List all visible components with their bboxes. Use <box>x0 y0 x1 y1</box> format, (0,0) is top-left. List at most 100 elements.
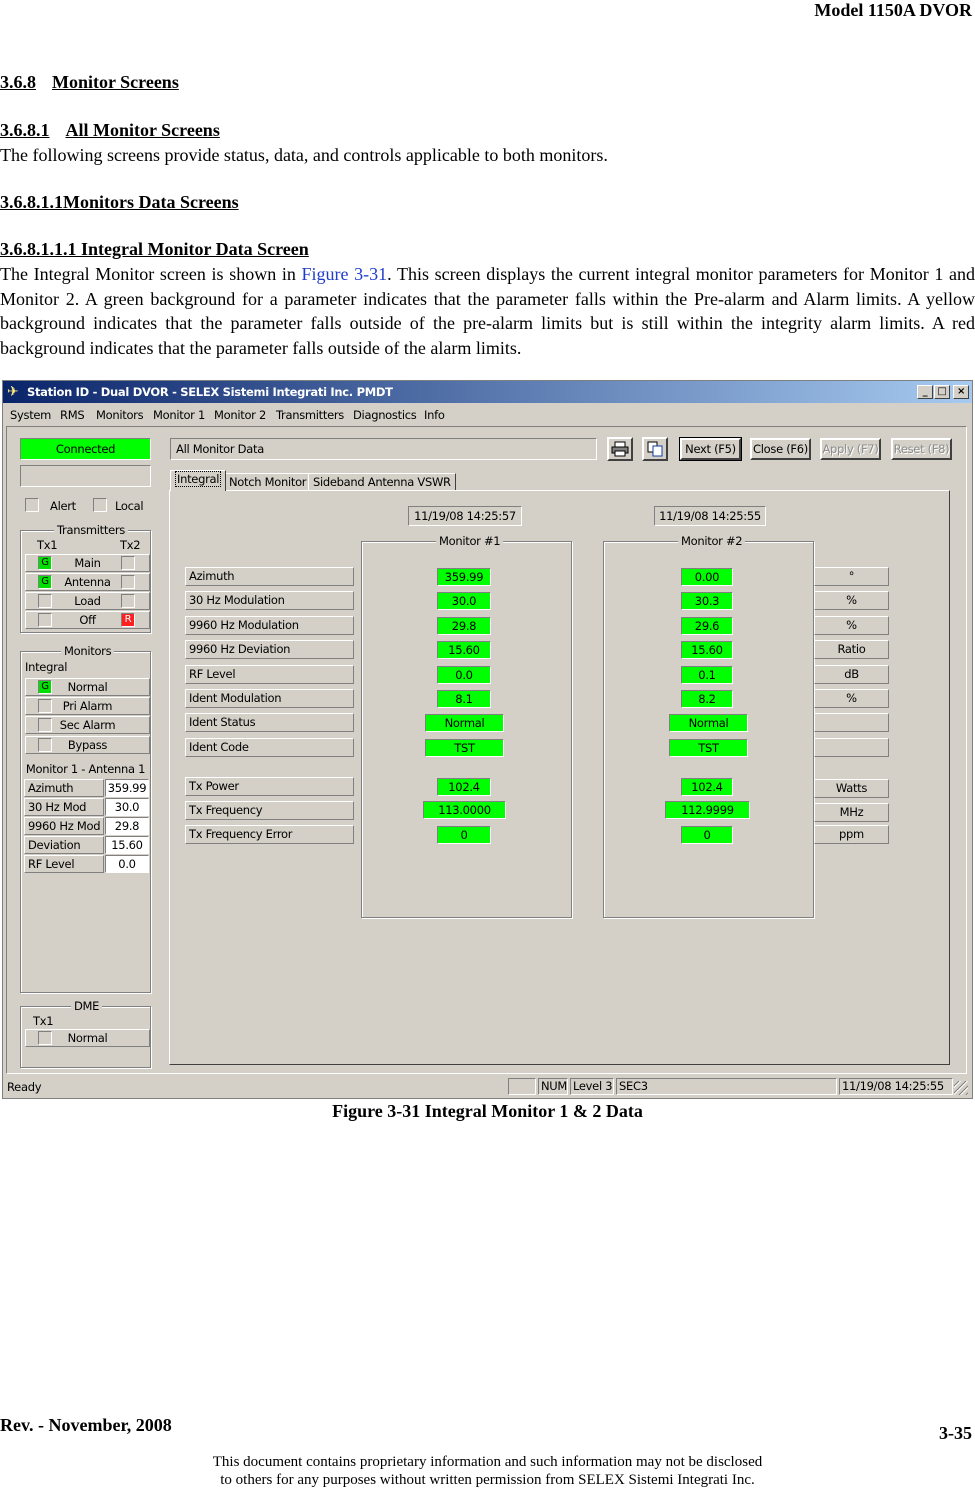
section-heading-3-6-8: 3.6.8 Monitor Screens <box>0 72 179 92</box>
close-button[interactable]: Close (F6) <box>750 438 811 460</box>
document-header: Model 1150A DVOR <box>814 0 972 20</box>
status-time: 11/19/08 14:25:55 <box>839 1078 953 1095</box>
pmdt-window: ✈ Station ID - Dual DVOR - SELEX Sistemi… <box>2 380 973 1099</box>
m1-value-tx-power: 102.4 <box>437 778 491 796</box>
menu-monitors[interactable]: Monitors <box>96 408 144 422</box>
tx1-off-indicator <box>38 613 52 627</box>
monitor-bypass-indicator <box>38 738 52 752</box>
next-button[interactable]: Next (F5) <box>679 437 742 461</box>
printer-icon[interactable] <box>607 437 633 461</box>
status-num: NUM <box>538 1078 568 1095</box>
m2-value-ident-mod: 8.2 <box>681 690 733 708</box>
dme-tx1-label: Tx1 <box>33 1014 54 1028</box>
mod9960-value: 29.8 <box>105 817 149 835</box>
m1-value-tx-frequency: 113.0000 <box>423 801 506 819</box>
dme-title: DME <box>71 999 103 1013</box>
azimuth-angle-value: 359.99 <box>105 779 149 797</box>
integral-tab-page: 11/19/08 14:25:57 11/19/08 14:25:55 Moni… <box>169 490 950 1065</box>
status-blank <box>508 1078 536 1095</box>
monitor1-title: Monitor #1 <box>436 534 504 548</box>
param-label-azimuth: Azimuth <box>185 567 354 586</box>
param-label-rf-level: RF Level <box>185 665 354 684</box>
m1-value-30hz-mod: 30.0 <box>437 592 491 610</box>
copy-icon[interactable] <box>642 437 668 461</box>
tab-sideband-antenna-vswr[interactable]: Sideband Antenna VSWR <box>308 473 456 491</box>
rf-level-label: RF Level <box>24 855 104 873</box>
tab-notch-monitor[interactable]: Notch Monitor <box>224 473 312 491</box>
menu-bar: System RMS Monitors Monitor 1 Monitor 2 … <box>3 404 972 424</box>
resize-grip-icon[interactable] <box>954 1081 968 1095</box>
mod9960-label: 9960 Hz Mod <box>24 817 104 835</box>
section-heading-3-6-8-1-1-1: 3.6.8.1.1.1 Integral Monitor Data Screen <box>0 239 309 259</box>
m2-value-30hz-mod: 30.3 <box>681 592 733 610</box>
unit-ident-code <box>814 738 889 757</box>
m1-value-rf-level: 0.0 <box>437 666 491 684</box>
page-number: 3-35 <box>939 1423 972 1443</box>
title-bar: ✈ Station ID - Dual DVOR - SELEX Sistemi… <box>3 381 972 403</box>
param-label-ident-mod: Ident Modulation <box>185 689 354 708</box>
menu-diagnostics[interactable]: Diagnostics <box>353 408 417 422</box>
revision-date: Rev. - November, 2008 <box>0 1415 172 1435</box>
m1-value-ident-code: TST <box>425 739 504 757</box>
monitor2-timestamp: 11/19/08 14:25:55 <box>654 506 766 526</box>
tab-integral[interactable]: Integral <box>170 470 227 491</box>
menu-transmitters[interactable]: Transmitters <box>276 408 344 422</box>
azimuth-angle-label: Azimuth Angle <box>24 779 104 811</box>
maximize-icon[interactable]: □ <box>934 385 950 399</box>
unit-tx-power: Watts <box>814 779 889 798</box>
menu-monitor2[interactable]: Monitor 2 <box>214 408 266 422</box>
m1-value-ident-mod: 8.1 <box>437 690 491 708</box>
m2-value-azimuth: 0.00 <box>681 568 733 586</box>
monitor-sec-alarm-indicator <box>38 718 52 732</box>
section-text-3-6-8-1-1-1: The Integral Monitor screen is shown in … <box>0 264 975 358</box>
m2-value-tx-power: 102.4 <box>681 778 733 796</box>
monitor-pri-alarm-indicator <box>38 699 52 713</box>
rf-level-value: 0.0 <box>105 855 149 873</box>
close-icon[interactable]: × <box>953 385 969 399</box>
m2-value-ident-status: Normal <box>669 714 748 732</box>
minimize-icon[interactable]: _ <box>917 385 933 399</box>
connected-status: Connected <box>20 438 151 460</box>
unit-9960hz-dev: Ratio <box>814 640 889 659</box>
menu-monitor1[interactable]: Monitor 1 <box>153 408 205 422</box>
monitor-antenna-title: Monitor 1 - Antenna 1 <box>25 762 146 776</box>
tx1-label: Tx1 <box>37 538 58 552</box>
m2-value-9960hz-mod: 29.6 <box>681 617 733 635</box>
deviation-label: Deviation <box>24 836 104 854</box>
unit-rf-level: dB <box>814 665 889 684</box>
m1-value-9960hz-mod: 29.8 <box>437 617 491 635</box>
status-blank-field <box>20 465 151 487</box>
status-level: Level 3 <box>570 1078 614 1095</box>
unit-ident-status <box>814 713 889 732</box>
m2-value-rf-level: 0.1 <box>681 666 733 684</box>
param-label-9960hz-mod: 9960 Hz Modulation <box>185 616 354 635</box>
m1-value-ident-status: Normal <box>425 714 504 732</box>
m1-value-azimuth: 359.99 <box>437 568 491 586</box>
integral-label: Integral <box>25 660 68 674</box>
proprietary-disclaimer: This document contains proprietary infor… <box>212 1454 763 1488</box>
app-icon: ✈ <box>7 384 19 400</box>
menu-info[interactable]: Info <box>424 408 445 422</box>
monitor-normal-indicator: G <box>38 680 52 694</box>
transmitters-group: Transmitters Tx1 Tx2 Main G Antenna G Lo… <box>20 523 151 633</box>
m2-value-9960hz-dev: 15.60 <box>681 641 733 659</box>
unit-ident-mod: % <box>814 689 889 708</box>
figure-caption: Figure 3-31 Integral Monitor 1 & 2 Data <box>332 1101 643 1121</box>
tx2-off-indicator: R <box>121 613 135 627</box>
unit-30hz-mod: % <box>814 591 889 610</box>
param-label-tx-frequency: Tx Frequency <box>185 801 354 820</box>
tx2-antenna-indicator <box>121 575 135 589</box>
figure-link[interactable]: Figure 3-31 <box>302 264 388 284</box>
apply-button[interactable]: Apply (F7) <box>820 438 881 460</box>
param-label-ident-code: Ident Code <box>185 738 354 757</box>
reset-button[interactable]: Reset (F8) <box>891 438 952 460</box>
screen-title-field: All Monitor Data <box>170 438 597 460</box>
mod30-label: 30 Hz Mod <box>24 798 104 816</box>
menu-rms[interactable]: RMS <box>60 408 85 422</box>
m2-value-tx-freq-error: 0 <box>681 826 733 844</box>
unit-tx-frequency: MHz <box>814 803 889 822</box>
section-heading-3-6-8-1-1: 3.6.8.1.1Monitors Data Screens <box>0 192 239 212</box>
unit-9960hz-mod: % <box>814 616 889 635</box>
section-text-3-6-8-1: The following screens provide status, da… <box>0 145 608 165</box>
menu-system[interactable]: System <box>10 408 51 422</box>
